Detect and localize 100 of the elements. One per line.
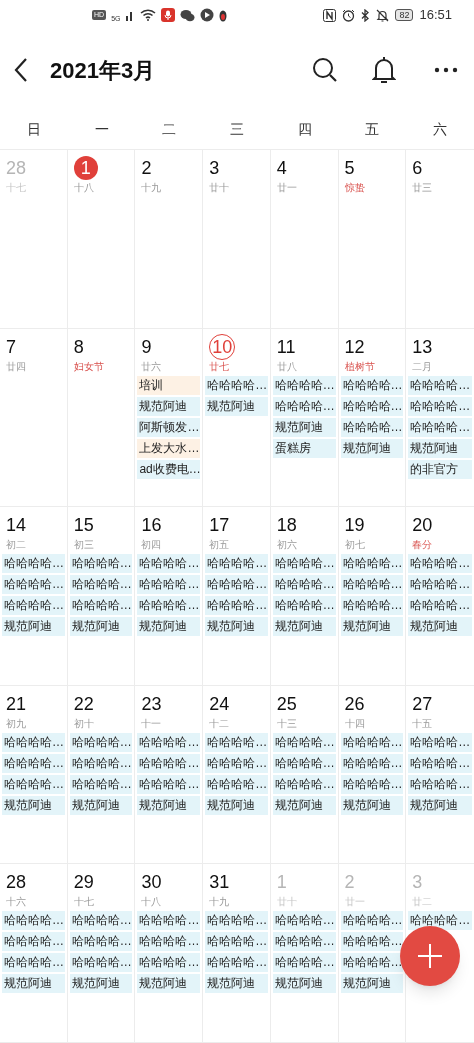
event-chip[interactable]: 规范阿迪 [2,617,65,637]
day-number[interactable]: 27 [412,692,433,715]
event-chip[interactable]: 哈哈哈哈… [2,575,65,595]
event-chip[interactable]: 哈哈哈哈… [69,753,133,773]
event-chip[interactable]: 哈哈哈哈… [340,575,404,595]
day-number[interactable]: 8 [73,335,84,358]
day-number[interactable]: 30 [141,871,162,894]
day-number[interactable]: 22 [73,692,94,715]
day-number[interactable]: 25 [276,692,297,715]
event-chip[interactable]: 哈哈哈哈… [69,732,133,752]
event-chip[interactable]: ad收费电… [137,459,201,479]
event-chip[interactable]: 哈哈哈哈… [69,953,133,973]
event-chip[interactable]: 规范阿迪 [272,617,336,637]
event-chip[interactable]: 哈哈哈哈… [272,932,336,952]
event-chip[interactable]: 哈哈哈哈… [2,596,65,616]
event-chip[interactable]: 哈哈哈哈… [340,911,404,931]
day-number[interactable]: 23 [141,692,162,715]
day-number[interactable]: 4 [276,157,287,179]
event-chip[interactable]: 哈哈哈哈… [272,774,336,794]
event-chip[interactable]: 哈哈哈哈… [69,575,133,595]
event-chip[interactable]: 哈哈哈哈… [137,554,201,574]
event-chip[interactable]: 蛋糕房 [272,438,336,458]
event-chip[interactable]: 规范阿迪 [69,617,133,637]
event-chip[interactable]: 哈哈哈哈… [2,932,65,952]
event-chip[interactable]: 规范阿迪 [408,617,472,637]
event-chip[interactable]: 规范阿迪 [205,974,268,994]
event-chip[interactable]: 哈哈哈哈… [137,774,201,794]
event-chip[interactable]: 哈哈哈哈… [408,774,472,794]
event-chip[interactable]: 哈哈哈哈… [205,575,268,595]
event-chip[interactable]: 哈哈哈哈… [408,575,472,595]
event-chip[interactable]: 哈哈哈哈… [340,732,404,752]
event-chip[interactable]: 哈哈哈哈… [2,732,65,752]
event-chip[interactable]: 哈哈哈哈… [408,554,472,574]
event-chip[interactable]: 规范阿迪 [272,795,336,815]
event-chip[interactable]: 哈哈哈哈… [272,596,336,616]
event-chip[interactable]: 规范阿迪 [340,795,404,815]
event-chip[interactable]: 哈哈哈哈… [69,932,133,952]
event-chip[interactable]: 哈哈哈哈… [2,774,65,794]
event-chip[interactable]: 哈哈哈哈… [205,932,268,952]
event-chip[interactable]: 哈哈哈哈… [408,396,472,416]
day-number[interactable]: 28 [6,871,27,894]
event-chip[interactable]: 哈哈哈哈… [408,911,472,931]
day-number[interactable]: 7 [6,335,16,358]
event-chip[interactable]: 哈哈哈哈… [205,774,268,794]
day-number[interactable]: 12 [344,335,365,358]
event-chip[interactable]: 哈哈哈哈… [340,932,404,952]
event-chip[interactable]: 哈哈哈哈… [137,732,201,752]
day-number[interactable]: 6 [412,157,423,179]
event-chip[interactable]: 哈哈哈哈… [340,554,404,574]
event-chip[interactable]: 哈哈哈哈… [340,417,404,437]
event-chip[interactable]: 规范阿迪 [2,974,65,994]
event-chip[interactable]: 哈哈哈哈… [272,554,336,574]
event-chip[interactable]: 哈哈哈哈… [272,732,336,752]
event-chip[interactable]: 哈哈哈哈… [272,911,336,931]
event-chip[interactable]: 哈哈哈哈… [205,753,268,773]
event-chip[interactable]: 哈哈哈哈… [205,554,268,574]
event-chip[interactable]: 哈哈哈哈… [69,554,133,574]
event-chip[interactable]: 规范阿迪 [340,617,404,637]
event-chip[interactable]: 规范阿迪 [408,438,472,458]
event-chip[interactable]: 哈哈哈哈… [137,911,201,931]
event-chip[interactable]: 规范阿迪 [272,974,336,994]
event-chip[interactable]: 培训 [137,375,201,395]
event-chip[interactable]: 哈哈哈哈… [137,932,201,952]
event-chip[interactable]: 哈哈哈哈… [272,753,336,773]
event-chip[interactable]: 哈哈哈哈… [2,953,65,973]
event-chip[interactable]: 哈哈哈哈… [205,596,268,616]
event-chip[interactable]: 哈哈哈哈… [137,953,201,973]
day-number[interactable]: 18 [276,514,297,537]
event-chip[interactable]: 阿斯顿发… [137,417,201,437]
event-chip[interactable]: 哈哈哈哈… [272,953,336,973]
event-chip[interactable]: 规范阿迪 [2,795,65,815]
event-chip[interactable]: 规范阿迪 [137,974,201,994]
event-chip[interactable]: 哈哈哈哈… [205,911,268,931]
event-chip[interactable]: 规范阿迪 [205,396,268,416]
event-chip[interactable]: 哈哈哈哈… [272,375,336,395]
day-number[interactable]: 20 [412,514,433,537]
event-chip[interactable]: 规范阿迪 [137,617,201,637]
add-button[interactable] [400,926,460,986]
event-chip[interactable]: 规范阿迪 [272,417,336,437]
event-chip[interactable]: 规范阿迪 [205,617,268,637]
event-chip[interactable]: 哈哈哈哈… [205,953,268,973]
event-chip[interactable]: 哈哈哈哈… [340,396,404,416]
event-chip[interactable]: 哈哈哈哈… [2,554,65,574]
event-chip[interactable]: 哈哈哈哈… [340,774,404,794]
event-chip[interactable]: 哈哈哈哈… [340,953,404,973]
event-chip[interactable]: 规范阿迪 [69,795,133,815]
event-chip[interactable]: 规范阿迪 [205,795,268,815]
event-chip[interactable]: 哈哈哈哈… [272,396,336,416]
event-chip[interactable]: 哈哈哈哈… [69,911,133,931]
event-chip[interactable]: 的非官方 [408,459,472,479]
event-chip[interactable]: 规范阿迪 [137,795,201,815]
day-number[interactable]: 5 [344,157,355,179]
day-number[interactable]: 3 [209,157,220,179]
day-number[interactable]: 21 [6,692,27,715]
day-number[interactable]: 17 [209,514,230,537]
day-number[interactable]: 13 [412,335,433,358]
event-chip[interactable]: 哈哈哈哈… [408,596,472,616]
event-chip[interactable]: 哈哈哈哈… [205,732,268,752]
event-chip[interactable]: 哈哈哈哈… [69,596,133,616]
day-number[interactable]: 14 [6,514,27,537]
